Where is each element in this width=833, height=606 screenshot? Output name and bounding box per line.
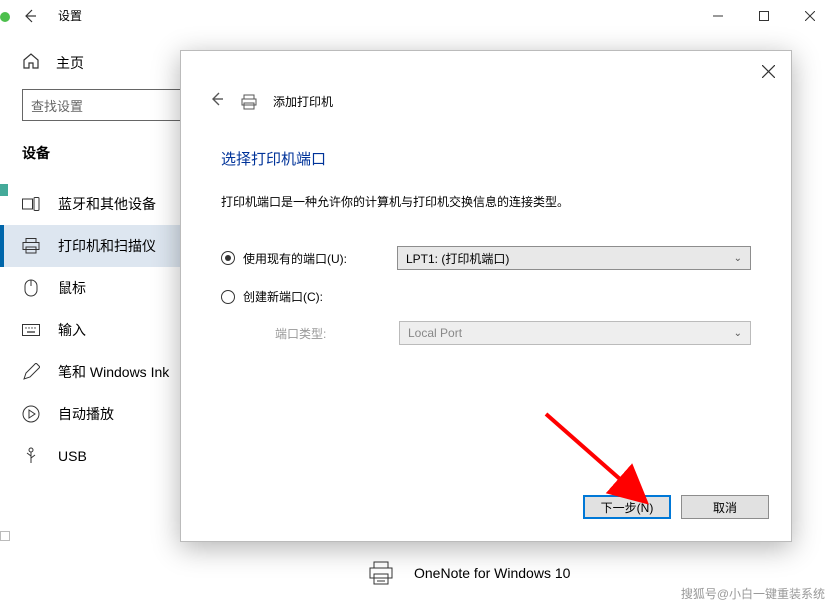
sidebar-item-label: 打印机和扫描仪 (58, 236, 156, 256)
dialog-back-button[interactable] (209, 91, 225, 112)
sidebar-item-label: 笔和 Windows Ink (58, 362, 169, 382)
port-dropdown[interactable]: LPT1: (打印机端口) ⌄ (397, 246, 751, 270)
keyboard-icon (22, 321, 40, 339)
arrow-left-icon (22, 8, 38, 24)
add-printer-dialog: 添加打印机 选择打印机端口 打印机端口是一种允许你的计算机与打印机交换信息的连接… (180, 50, 792, 542)
dialog-header-title: 添加打印机 (273, 93, 333, 110)
chevron-down-icon: ⌄ (734, 253, 742, 264)
search-placeholder: 查找设置 (31, 96, 83, 115)
port-type-dropdown: Local Port ⌄ (399, 321, 751, 345)
next-button[interactable]: 下一步(N) (583, 495, 671, 519)
dialog-description: 打印机端口是一种允许你的计算机与打印机交换信息的连接类型。 (221, 193, 751, 210)
window-titlebar: 设置 (0, 0, 833, 32)
usb-icon (22, 447, 40, 465)
sidebar-item-label: USB (58, 448, 87, 464)
sidebar-item-label: 鼠标 (58, 278, 86, 298)
dialog-header: 添加打印机 (181, 51, 791, 112)
edge-artifact (0, 12, 10, 22)
printer-list-item[interactable]: OneNote for Windows 10 (368, 560, 570, 586)
printer-icon (22, 237, 40, 255)
button-label: 取消 (713, 499, 737, 516)
sidebar-item-label: 自动播放 (58, 404, 114, 424)
dialog-title: 选择打印机端口 (221, 148, 751, 169)
radio-label: 使用现有的端口(U): (243, 250, 347, 267)
sidebar-item-label: 蓝牙和其他设备 (58, 194, 156, 214)
pen-icon (22, 363, 40, 381)
minimize-button[interactable] (695, 0, 741, 32)
home-label: 主页 (56, 53, 84, 73)
close-button[interactable] (787, 0, 833, 32)
printer-icon (368, 560, 394, 586)
radio-icon (221, 290, 235, 304)
maximize-button[interactable] (741, 0, 787, 32)
autoplay-icon (22, 405, 40, 423)
printer-name: OneNote for Windows 10 (414, 565, 570, 581)
home-icon (22, 52, 40, 73)
dropdown-value: LPT1: (打印机端口) (406, 250, 509, 267)
radio-icon (221, 251, 235, 265)
back-button[interactable] (10, 0, 50, 32)
window-title: 设置 (58, 7, 82, 24)
watermark: 搜狐号@小白一键重装系统 (681, 585, 825, 602)
sidebar-item-label: 输入 (58, 320, 86, 340)
devices-icon (22, 195, 40, 213)
port-type-label: 端口类型: (275, 325, 399, 342)
cancel-button[interactable]: 取消 (681, 495, 769, 519)
radio-label: 创建新端口(C): (243, 288, 323, 305)
button-label: 下一步(N) (601, 499, 654, 516)
dialog-close-button[interactable] (762, 65, 775, 83)
chevron-down-icon: ⌄ (734, 328, 742, 339)
radio-create-new[interactable]: 创建新端口(C): (221, 288, 397, 305)
printer-icon (241, 94, 257, 110)
radio-use-existing[interactable]: 使用现有的端口(U): (221, 250, 397, 267)
mouse-icon (22, 279, 40, 297)
dropdown-value: Local Port (408, 326, 462, 340)
